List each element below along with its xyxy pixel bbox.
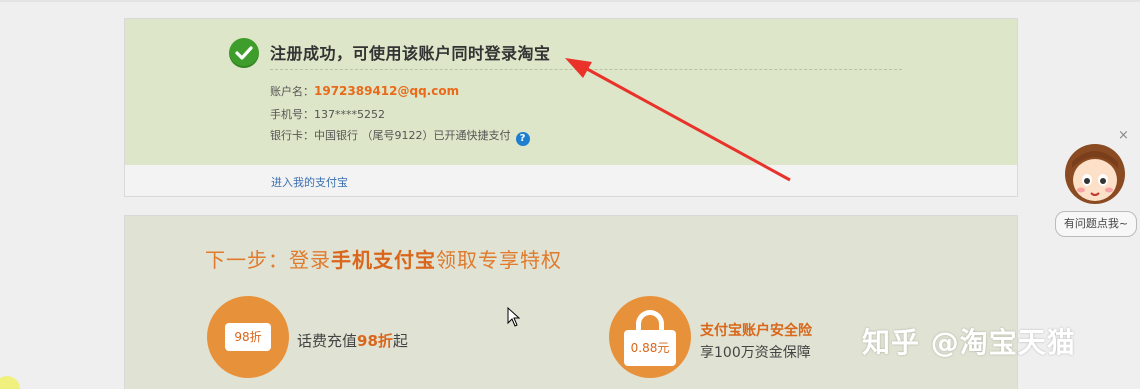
bank-label: 银行卡： xyxy=(270,129,314,142)
benefit-insurance-subtitle: 享100万资金保障 xyxy=(700,345,811,361)
phone-row: 手机号：137****5252 xyxy=(270,106,385,122)
top-divider xyxy=(0,0,1140,2)
lock-insurance-icon: 0.88元 xyxy=(609,296,691,378)
click-highlight-dot xyxy=(0,376,20,389)
lock-price-text: 0.88元 xyxy=(630,341,670,355)
dashed-divider xyxy=(270,69,902,70)
benefit1-num: 98折 xyxy=(357,332,393,350)
enter-my-alipay-link[interactable]: 进入我的支付宝 xyxy=(271,174,348,190)
helper-avatar[interactable] xyxy=(1060,138,1130,208)
zhihu-watermark: 知乎 @淘宝天猫 xyxy=(862,326,1076,359)
discount-tag-icon: 98折 xyxy=(207,296,289,378)
mouse-cursor-icon xyxy=(507,306,521,331)
account-row: 账户名：1972389412@qq.com xyxy=(270,83,459,99)
check-circle-icon xyxy=(229,38,259,68)
phone-value: 137****5252 xyxy=(314,108,385,121)
benefit1-suffix: 起 xyxy=(392,332,408,350)
discount-tag-text: 98折 xyxy=(234,330,262,344)
benefit-insurance-title: 支付宝账户安全险 xyxy=(700,323,812,339)
next-step-panel: 下一步：登录手机支付宝领取专享特权 98折 话费充值98折起 0.88元 支付宝… xyxy=(124,215,1018,389)
success-title: 注册成功，可使用该账户同时登录淘宝 xyxy=(270,44,551,63)
next-title-strong: 手机支付宝 xyxy=(331,248,436,272)
phone-label: 手机号： xyxy=(270,108,314,121)
next-title-prefix: 下一步：登录 xyxy=(205,248,331,272)
tag-shape: 98折 xyxy=(225,323,271,351)
next-step-title: 下一步：登录手机支付宝领取专享特权 xyxy=(205,244,562,273)
question-help-icon[interactable]: ? xyxy=(515,132,530,146)
registration-success-panel: 注册成功，可使用该账户同时登录淘宝 账户名：1972389412@qq.com … xyxy=(124,18,1018,197)
bank-card-row: 银行卡：中国银行 （尾号9122）已开通快捷支付? xyxy=(270,127,530,146)
bank-value: 中国银行 （尾号9122）已开通快捷支付 xyxy=(314,129,511,142)
benefit-phone-recharge: 话费充值98折起 xyxy=(297,330,408,351)
help-chat-bubble[interactable]: 有问题点我~ xyxy=(1055,211,1137,237)
account-value: 1972389412@qq.com xyxy=(314,84,460,98)
lock-body: 0.88元 xyxy=(624,330,676,366)
benefit1-prefix: 话费充值 xyxy=(297,332,358,350)
account-label: 账户名： xyxy=(270,85,314,98)
success-message-area: 注册成功，可使用该账户同时登录淘宝 账户名：1972389412@qq.com … xyxy=(125,19,1017,165)
next-title-suffix: 领取专享特权 xyxy=(436,248,562,272)
